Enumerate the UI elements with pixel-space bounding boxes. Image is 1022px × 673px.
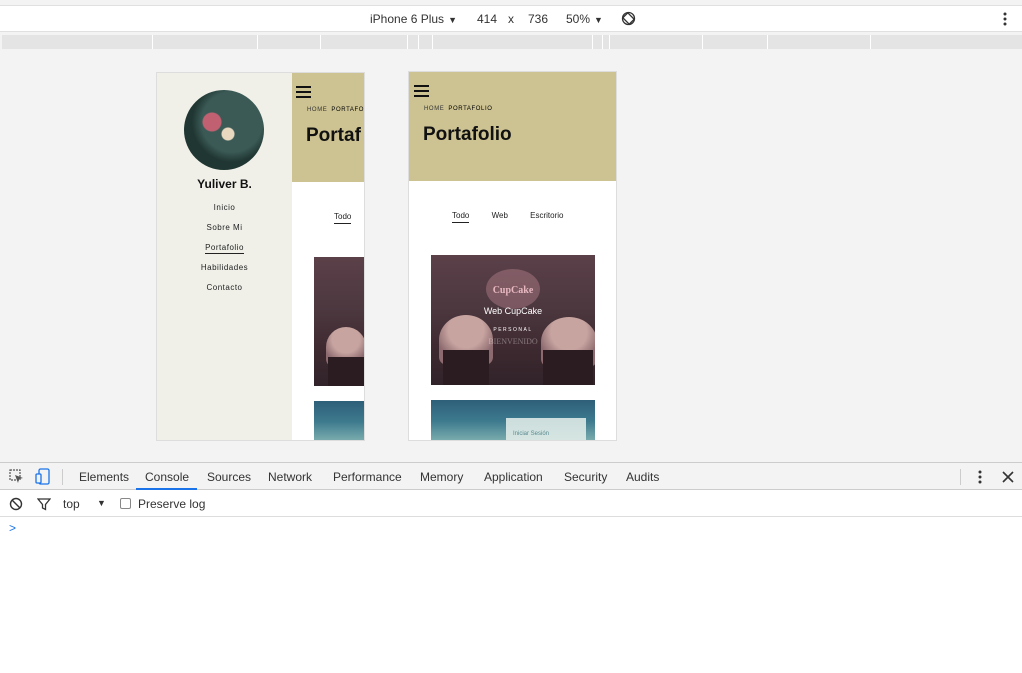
- clear-console-icon[interactable]: [9, 497, 23, 511]
- device-toolbar: iPhone 6 Plus ▼ 414 x 736 50% ▼: [0, 5, 1022, 32]
- tab-memory[interactable]: Memory: [420, 470, 463, 484]
- page-header: HOME PORTAFOLIO Portafolio: [409, 72, 616, 181]
- filter-todo[interactable]: Todo: [452, 211, 470, 223]
- filter-todo[interactable]: Todo: [334, 212, 352, 224]
- menu-icon[interactable]: [414, 85, 429, 97]
- device-preview-sidebar-open[interactable]: Yuliver B. Inicio Sobre Mi Portafolio Ha…: [156, 72, 365, 441]
- faded-welcome-text: BIENVENIDO: [488, 337, 538, 346]
- filter-icon[interactable]: [37, 497, 51, 511]
- device-select[interactable]: iPhone 6 Plus ▼: [370, 12, 457, 26]
- zoom-select[interactable]: 50% ▼: [566, 12, 603, 26]
- preserve-log-checkbox[interactable]: [120, 498, 131, 509]
- page-title: Portaf: [306, 125, 361, 146]
- breadcrumb: HOME PORTAFOLIO: [424, 106, 493, 112]
- device-width-input[interactable]: 414: [477, 12, 497, 26]
- tab-elements[interactable]: Elements: [79, 470, 129, 484]
- filter-escritorio[interactable]: Escritorio: [530, 211, 563, 220]
- menu-icon[interactable]: [296, 86, 311, 98]
- chevron-down-icon[interactable]: ▼: [97, 498, 106, 508]
- tab-application[interactable]: Application: [484, 470, 543, 484]
- sidebar-nav: Inicio Sobre Mi Portafolio Habilidades C…: [157, 203, 292, 303]
- portfolio-item-2[interactable]: Iniciar Sesión: [431, 400, 595, 440]
- portfolio-filters: Todo Web Escritorio: [452, 211, 583, 223]
- device-preview[interactable]: HOME PORTAFOLIO Portafolio Todo Web Escri…: [408, 71, 617, 441]
- login-label: Iniciar Sesión: [513, 431, 550, 437]
- breadcrumb: HOME PORTAFO: [307, 107, 365, 113]
- sidebar-item-contacto[interactable]: Contacto: [157, 283, 292, 303]
- devtools-menu-icon[interactable]: [975, 469, 985, 485]
- preserve-log-label: Preserve log: [138, 497, 206, 511]
- dimension-separator: x: [508, 12, 514, 26]
- inspect-element-icon[interactable]: [9, 469, 24, 484]
- portfolio-item-title: Web CupCake: [483, 306, 543, 316]
- sidebar-item-inicio[interactable]: Inicio: [157, 203, 292, 223]
- portfolio-filters: Todo: [334, 212, 364, 224]
- tab-performance[interactable]: Performance: [333, 470, 402, 484]
- sidebar-item-portafolio[interactable]: Portafolio: [157, 243, 292, 263]
- tab-sources[interactable]: Sources: [207, 470, 251, 484]
- sidebar-item-habilidades[interactable]: Habilidades: [157, 263, 292, 283]
- context-select[interactable]: top: [63, 497, 80, 511]
- portfolio-item-category: PERSONAL: [493, 327, 533, 333]
- tab-console[interactable]: Console: [145, 470, 189, 484]
- filter-web[interactable]: Web: [492, 211, 508, 220]
- devtools-tab-bar: Elements Console Sources Network Perform…: [0, 462, 1022, 490]
- cupcake-logo-text: CupCake: [492, 285, 534, 296]
- avatar: [184, 90, 264, 170]
- device-height-input[interactable]: 736: [528, 12, 548, 26]
- console-prompt[interactable]: >: [9, 521, 16, 535]
- more-options-icon[interactable]: [1000, 11, 1010, 27]
- sidebar: Yuliver B. Inicio Sobre Mi Portafolio Ha…: [157, 73, 292, 440]
- console-toolbar: top ▼ Preserve log: [0, 490, 1022, 517]
- device-toggle-icon[interactable]: [35, 468, 51, 485]
- portfolio-item-thumb-2[interactable]: [314, 401, 364, 440]
- rotate-icon[interactable]: [621, 11, 636, 26]
- profile-name: Yuliver B.: [197, 177, 252, 191]
- page-title: Portafolio: [423, 124, 512, 145]
- close-icon[interactable]: [1002, 471, 1014, 483]
- tab-network[interactable]: Network: [268, 470, 312, 484]
- tab-audits[interactable]: Audits: [626, 470, 659, 484]
- media-query-ruler[interactable]: [2, 35, 1022, 49]
- sidebar-item-sobre-mi[interactable]: Sobre Mi: [157, 223, 292, 243]
- page-header: HOME PORTAFO Portaf: [292, 73, 365, 182]
- tab-security[interactable]: Security: [564, 470, 607, 484]
- portfolio-item-thumb[interactable]: [314, 257, 364, 386]
- portfolio-item-cupcake[interactable]: CupCake Web CupCake PERSONAL BIENVENIDO: [431, 255, 595, 385]
